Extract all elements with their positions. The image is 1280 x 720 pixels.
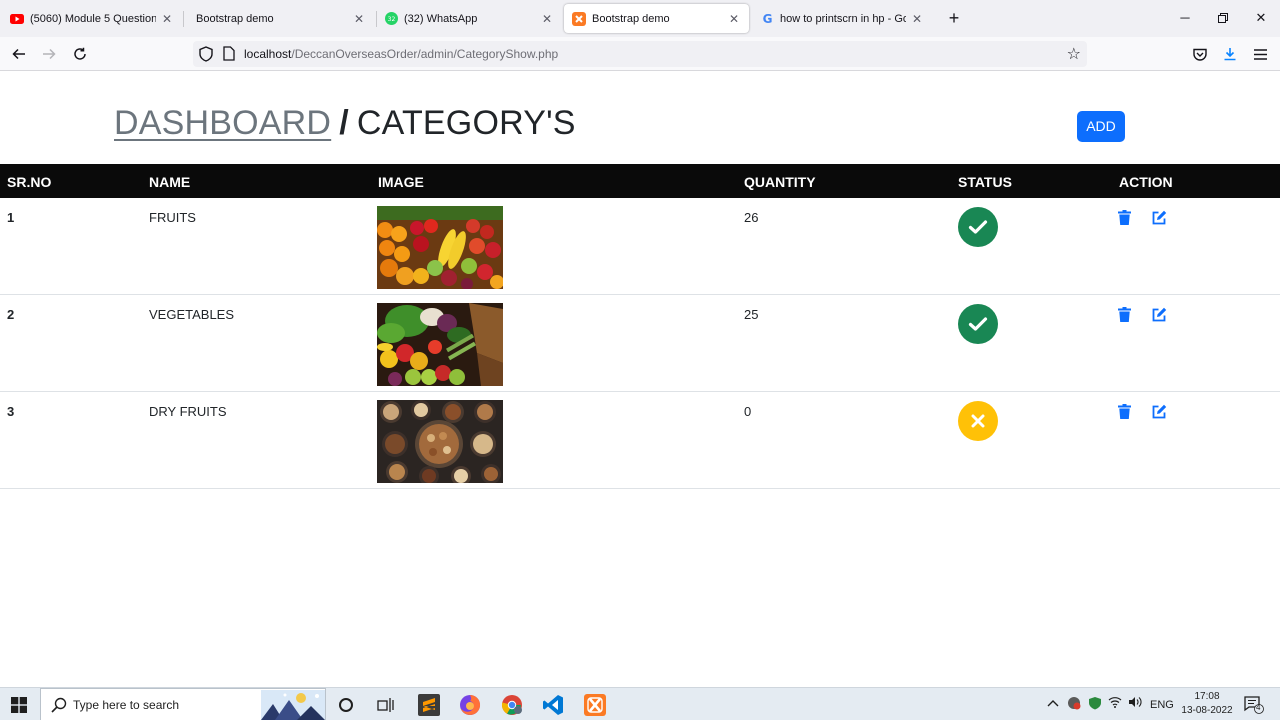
tab-title: how to printscrn in hp - Google xyxy=(780,12,906,25)
new-tab-button[interactable]: + xyxy=(944,9,964,29)
downloads-icon[interactable] xyxy=(1220,44,1240,64)
search-placeholder: Type here to search xyxy=(73,698,180,712)
tab-youtube[interactable]: (5060) Module 5 Question - Pali ✕ xyxy=(2,4,182,33)
tray-chevron-icon[interactable] xyxy=(1047,696,1059,710)
reload-icon[interactable] xyxy=(70,44,90,64)
column-header-action: ACTION xyxy=(1119,174,1173,190)
browser-nav-bar: localhost/DeccanOverseasOrder/admin/Cate… xyxy=(0,37,1280,71)
system-clock[interactable]: 17:08 13-08-2022 xyxy=(1180,690,1234,718)
row-name: VEGETABLES xyxy=(149,307,235,322)
notification-center-icon[interactable]: 4 xyxy=(1244,696,1264,714)
cortana-icon[interactable] xyxy=(333,693,359,717)
column-header-name: NAME xyxy=(149,174,191,190)
page-title: DASHBOARD / CATEGORY'S xyxy=(114,104,576,143)
table-row: 2 VEGETABLES 25 xyxy=(0,295,1280,392)
row-name: DRY FRUITS xyxy=(149,404,227,419)
bookmark-star-icon[interactable]: ☆ xyxy=(1067,44,1081,64)
close-icon[interactable]: ✕ xyxy=(540,12,554,26)
row-srno: 3 xyxy=(7,404,15,419)
back-arrow-icon[interactable] xyxy=(9,44,29,64)
windows-taskbar: Type here to search ENG 17:08 13-08-2022… xyxy=(0,687,1280,720)
tab-whatsapp[interactable]: 32 (32) WhatsApp ✕ xyxy=(376,4,562,33)
chrome-icon[interactable] xyxy=(499,693,525,717)
clock-time: 17:08 xyxy=(1194,691,1220,702)
xampp-taskbar-icon[interactable] xyxy=(582,693,608,717)
close-icon[interactable]: ✕ xyxy=(727,12,741,26)
fruits-image xyxy=(377,206,503,289)
task-view-icon[interactable] xyxy=(373,693,399,717)
windows-start-icon[interactable] xyxy=(11,697,27,713)
forward-arrow-icon[interactable] xyxy=(39,44,59,64)
google-icon: G xyxy=(760,12,774,26)
vegetables-image xyxy=(377,303,503,386)
status-active-icon[interactable] xyxy=(958,207,998,247)
edit-pencil-icon[interactable] xyxy=(1152,404,1167,419)
status-active-icon[interactable] xyxy=(958,304,998,344)
svg-text:32: 32 xyxy=(387,16,395,23)
column-header-image: IMAGE xyxy=(378,174,424,190)
vscode-icon[interactable] xyxy=(540,693,566,717)
row-quantity: 0 xyxy=(744,404,752,419)
dashboard-link[interactable]: DASHBOARD xyxy=(114,104,331,142)
delete-trash-icon[interactable] xyxy=(1118,210,1132,226)
close-icon[interactable]: ✕ xyxy=(160,12,174,26)
tab-bootstrap-demo-1[interactable]: Bootstrap demo ✕ xyxy=(188,4,374,33)
svg-text:G: G xyxy=(762,12,772,25)
row-quantity: 25 xyxy=(744,307,759,322)
column-header-srno: SR.NO xyxy=(7,174,52,190)
breadcrumb-current: CATEGORY'S xyxy=(356,104,576,142)
table-row: 3 DRY FRUITS 0 xyxy=(0,392,1280,489)
tab-title: (32) WhatsApp xyxy=(404,12,478,25)
row-srno: 2 xyxy=(7,307,15,322)
xampp-icon xyxy=(572,11,586,26)
row-srno: 1 xyxy=(7,210,15,225)
row-quantity: 26 xyxy=(744,210,759,225)
row-name: FRUITS xyxy=(149,210,196,225)
dry-fruits-image xyxy=(377,400,503,483)
sublime-text-icon[interactable] xyxy=(416,693,442,717)
window-close-icon[interactable]: ✕ xyxy=(1251,8,1271,28)
breadcrumb-separator: / xyxy=(339,104,349,142)
clock-date: 13-08-2022 xyxy=(1181,705,1233,716)
youtube-icon xyxy=(10,12,24,26)
tab-title: Bootstrap demo xyxy=(592,12,670,25)
security-shield-icon[interactable] xyxy=(1088,696,1102,713)
table-header: SR.NO NAME IMAGE QUANTITY STATUS ACTION xyxy=(0,164,1280,198)
delete-trash-icon[interactable] xyxy=(1118,404,1132,420)
volume-icon[interactable] xyxy=(1128,696,1142,711)
status-inactive-icon[interactable] xyxy=(958,401,998,441)
table-row: 1 FRUITS 26 xyxy=(0,198,1280,295)
browser-tab-strip: (5060) Module 5 Question - Pali ✕ Bootst… xyxy=(0,0,1280,37)
search-icon xyxy=(51,697,67,713)
tab-title: Bootstrap demo xyxy=(196,12,274,25)
shield-icon[interactable] xyxy=(199,46,215,62)
column-header-status: STATUS xyxy=(958,174,1012,190)
tab-title: (5060) Module 5 Question - Pali xyxy=(30,12,156,25)
column-header-quantity: QUANTITY xyxy=(744,174,816,190)
search-highlight-illustration xyxy=(261,690,325,720)
add-button[interactable]: ADD xyxy=(1077,111,1125,142)
close-icon[interactable]: ✕ xyxy=(352,12,366,26)
page-icon[interactable] xyxy=(223,46,237,62)
delete-trash-icon[interactable] xyxy=(1118,307,1132,323)
language-indicator[interactable]: ENG xyxy=(1150,699,1174,711)
firefox-icon[interactable] xyxy=(457,693,483,717)
close-icon[interactable]: ✕ xyxy=(910,12,924,26)
url-text: localhost/DeccanOverseasOrder/admin/Cate… xyxy=(244,47,559,61)
taskbar-search-box[interactable]: Type here to search xyxy=(40,688,326,720)
url-bar[interactable]: localhost/DeccanOverseasOrder/admin/Cate… xyxy=(193,41,1087,67)
tab-bootstrap-demo-active[interactable]: Bootstrap demo ✕ xyxy=(564,4,749,33)
notification-count: 4 xyxy=(1256,703,1261,712)
tab-google-search[interactable]: G how to printscrn in hp - Google ✕ xyxy=(752,4,932,33)
wifi-icon[interactable] xyxy=(1108,696,1122,711)
edit-pencil-icon[interactable] xyxy=(1152,210,1167,225)
whatsapp-icon: 32 xyxy=(384,12,398,26)
minimize-icon[interactable]: ─ xyxy=(1175,8,1195,28)
pocket-icon[interactable] xyxy=(1190,44,1210,64)
antivirus-icon[interactable] xyxy=(1067,696,1081,713)
restore-icon[interactable] xyxy=(1213,8,1233,28)
edit-pencil-icon[interactable] xyxy=(1152,307,1167,322)
menu-hamburger-icon[interactable] xyxy=(1250,44,1270,64)
